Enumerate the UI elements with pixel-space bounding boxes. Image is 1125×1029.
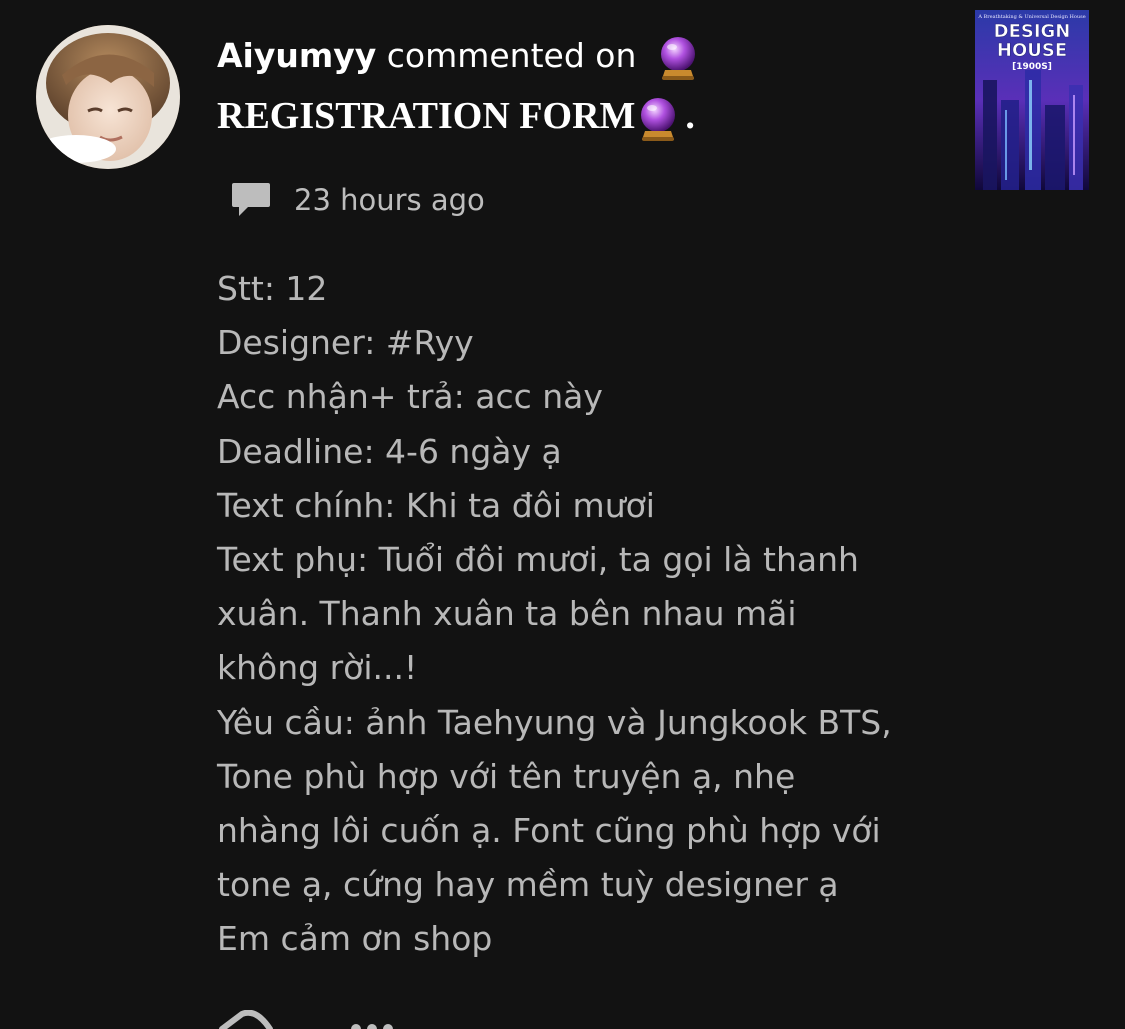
action-bar (216, 1010, 416, 1029)
comment-line: xuân. Thanh xuân ta bên nhau mãi (217, 594, 797, 634)
cover-tagline: A Breathtaking & Universal Design House (977, 14, 1085, 20)
comment-bubble-icon (230, 180, 272, 220)
cover-title-line2: HOUSE (997, 40, 1067, 61)
comment-line: Acc nhận+ trả: acc này (217, 377, 603, 417)
comment-line: Tone phù hợp với tên truyện ạ, nhẹ (217, 756, 796, 796)
timestamp: 23 hours ago (294, 183, 485, 217)
user-avatar[interactable] (36, 25, 180, 169)
comment-line: Yêu cầu: ảnh Taehyung và Jungkook BTS, (217, 702, 892, 742)
title-suffix: . (685, 95, 695, 137)
more-dots-icon[interactable] (351, 1024, 393, 1029)
notification-header: Aiyumyy commented on REGISTRATION FORM . (217, 28, 937, 144)
comment-line: nhàng lôi cuốn ạ. Font cũng phù hợp với (217, 811, 881, 851)
comment-line: Em cảm ơn shop (217, 919, 493, 959)
story-title-link[interactable]: REGISTRATION FORM . (217, 88, 937, 144)
cover-subtitle: [1900S] (1012, 62, 1052, 72)
crystal-ball-icon (637, 97, 679, 142)
meta-row: 23 hours ago (230, 178, 485, 222)
comment-line: không rời...! (217, 648, 418, 688)
username-link[interactable]: Aiyumyy (217, 36, 376, 75)
comment-line: tone ạ, cứng hay mềm tuỳ designer ạ (217, 865, 839, 905)
crystal-ball-icon (657, 36, 699, 80)
cover-title-line1: DESIGN (994, 21, 1071, 42)
story-cover-thumbnail[interactable]: A Breathtaking & Universal Design House … (975, 10, 1089, 190)
story-title: REGISTRATION FORM (217, 95, 636, 137)
action-text: commented on (376, 36, 647, 75)
comment-line: Deadline: 4-6 ngày ạ (217, 431, 562, 471)
comment-line: Designer: #Ryy (217, 323, 474, 363)
reply-arrow-icon[interactable] (219, 1010, 273, 1029)
comment-line: Text chính: Khi ta đôi mươi (217, 485, 655, 525)
comment-line: Stt: 12 (217, 269, 328, 308)
comment-text: Stt: 12 Designer: #Ryy Acc nhận+ trả: acc … (217, 262, 977, 967)
notification-headline: Aiyumyy commented on (217, 28, 937, 84)
comment-line: Text phụ: Tuổi đôi mươi, ta gọi là thanh (217, 540, 859, 580)
